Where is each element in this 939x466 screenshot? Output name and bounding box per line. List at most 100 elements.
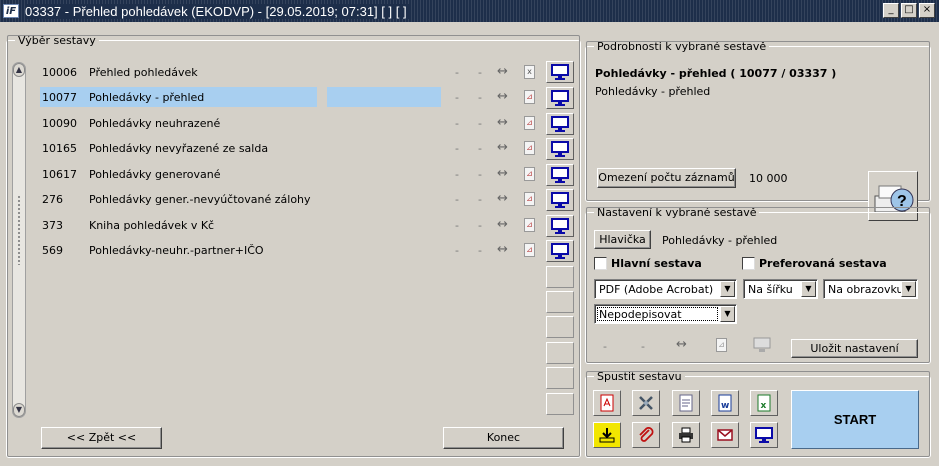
preview-screen-button[interactable] [546, 189, 574, 211]
run-pdf-button[interactable] [593, 390, 621, 416]
preview-screen-button[interactable] [546, 240, 574, 262]
scroll-down-icon[interactable]: ▼ [13, 403, 25, 417]
report-dash: - [455, 66, 459, 79]
report-id: 10006 [42, 66, 77, 79]
printer-icon [679, 427, 693, 443]
pdf-file-icon: ⊿ [524, 167, 535, 181]
output-target-select[interactable]: Na obrazovku ▼ [823, 279, 918, 299]
output-target-value: Na obrazovku [828, 283, 904, 296]
excel-file-icon: x [757, 394, 771, 412]
report-dash: - [478, 168, 482, 181]
window-title: 03337 - Přehled pohledávek (EKODVP) - [2… [25, 3, 411, 19]
run-email-button[interactable] [711, 422, 739, 448]
report-row[interactable]: 10165 Pohledávky nevyřazené ze salda [40, 138, 440, 158]
pdf-file-icon: ⊿ [524, 141, 535, 155]
header-button[interactable]: Hlavička [594, 230, 651, 249]
selection-highlight [327, 87, 441, 107]
pdf-file-icon: ⊿ [524, 192, 535, 206]
pdf-icon [600, 394, 614, 412]
maximize-button[interactable]: □ [901, 3, 917, 18]
monitor-icon [551, 90, 569, 106]
empty-slot-button[interactable] [546, 291, 574, 313]
preview-screen-button[interactable] [546, 215, 574, 237]
empty-slot-button[interactable] [546, 342, 574, 364]
settings-dash: - [603, 340, 607, 353]
report-row[interactable]: 276 Pohledávky gener.-nevyúčtované zálohy [40, 189, 440, 209]
report-detail-subtitle: Pohledávky - přehled [595, 85, 711, 98]
scroll-up-icon[interactable]: ▲ [13, 63, 25, 77]
preview-screen-button[interactable] [546, 138, 574, 160]
report-row[interactable]: 10090 Pohledávky neuhrazené [40, 113, 440, 133]
report-name: Pohledávky neuhrazené [89, 117, 221, 130]
scroll-grip-icon[interactable] [17, 195, 21, 265]
chevron-down-icon[interactable]: ▼ [801, 281, 816, 297]
empty-slot-button[interactable] [546, 316, 574, 338]
monitor-icon [755, 427, 773, 443]
output-format-select[interactable]: PDF (Adobe Acrobat) ▼ [594, 279, 737, 299]
report-dash: - [478, 244, 482, 257]
monitor-icon [551, 116, 569, 132]
signature-select[interactable]: Nepodepisovat ▼ [594, 304, 737, 324]
empty-slot-button[interactable] [546, 266, 574, 288]
report-dash: - [478, 142, 482, 155]
main-report-checkbox[interactable] [594, 257, 607, 270]
empty-slot-button[interactable] [546, 367, 574, 389]
preview-screen-button[interactable] [546, 87, 574, 109]
close-button[interactable]: × [919, 3, 935, 18]
run-word-button[interactable]: w [711, 390, 739, 416]
empty-slot-button[interactable] [546, 393, 574, 415]
report-name: Pohledávky-neuhr.-partner+IČO [89, 244, 264, 257]
report-row[interactable]: 10077 Pohledávky - přehled [40, 87, 441, 107]
report-name: Pohledávky generované [89, 168, 221, 181]
run-screen-button[interactable] [750, 422, 778, 448]
double-arrow-icon: ↔ [497, 191, 508, 206]
save-settings-button[interactable]: Uložit nastavení [791, 339, 918, 358]
double-arrow-icon: ↔ [497, 242, 508, 257]
chevron-down-icon[interactable]: ▼ [720, 281, 735, 297]
record-limit-value: 10 000 [749, 172, 788, 185]
preview-screen-button[interactable] [546, 164, 574, 186]
preview-screen-button[interactable] [546, 61, 574, 83]
run-tools-button[interactable] [632, 390, 660, 416]
download-icon [599, 428, 615, 443]
report-detail-title: Pohledávky - přehled ( 10077 / 03337 ) [595, 67, 837, 80]
report-id: 10165 [42, 142, 77, 155]
word-file-icon: w [718, 394, 732, 412]
paperclip-icon [639, 427, 654, 442]
report-dash: - [455, 142, 459, 155]
report-row[interactable]: 373 Kniha pohledávek v Kč [40, 215, 440, 235]
report-name: Přehled pohledávek [89, 66, 198, 79]
run-download-button[interactable] [593, 422, 621, 448]
report-details-legend: Podrobnosti k vybrané sestavě [594, 40, 770, 53]
double-arrow-icon: ↔ [497, 89, 508, 104]
run-excel-button[interactable]: x [750, 390, 778, 416]
start-button[interactable]: START [791, 390, 919, 449]
orientation-select[interactable]: Na šířku ▼ [743, 279, 818, 299]
run-print-button[interactable] [672, 422, 700, 448]
preview-screen-button[interactable] [546, 113, 574, 135]
report-id: 569 [42, 244, 63, 257]
report-dash: - [478, 91, 482, 104]
report-row[interactable]: 10006 Přehled pohledávek [40, 62, 440, 82]
run-text-button[interactable] [672, 390, 700, 416]
monitor-icon [753, 337, 771, 356]
report-dash: - [478, 117, 482, 130]
title-bar: iF 03337 - Přehled pohledávek (EKODVP) -… [0, 0, 939, 22]
back-button[interactable]: << Zpět << [41, 427, 162, 449]
preferred-report-checkbox[interactable] [742, 257, 755, 270]
monitor-icon [551, 167, 569, 183]
run-attach-button[interactable] [632, 422, 660, 448]
report-row[interactable]: 569 Pohledávky-neuhr.-partner+IČO [40, 240, 440, 260]
report-row[interactable]: 10617 Pohledávky generované [40, 164, 440, 184]
double-arrow-icon: ↔ [497, 140, 508, 155]
monitor-icon [551, 64, 569, 80]
report-dash: - [455, 193, 459, 206]
end-button[interactable]: Konec [443, 427, 564, 449]
chevron-down-icon[interactable]: ▼ [901, 281, 916, 297]
report-id: 10077 [42, 91, 77, 104]
minimize-button[interactable]: _ [883, 3, 899, 18]
record-limit-button[interactable]: Omezení počtu záznamů [597, 168, 736, 188]
run-report-legend: Spustit sestavu [594, 370, 685, 383]
double-arrow-icon: ↔ [497, 64, 508, 79]
chevron-down-icon[interactable]: ▼ [720, 306, 735, 322]
